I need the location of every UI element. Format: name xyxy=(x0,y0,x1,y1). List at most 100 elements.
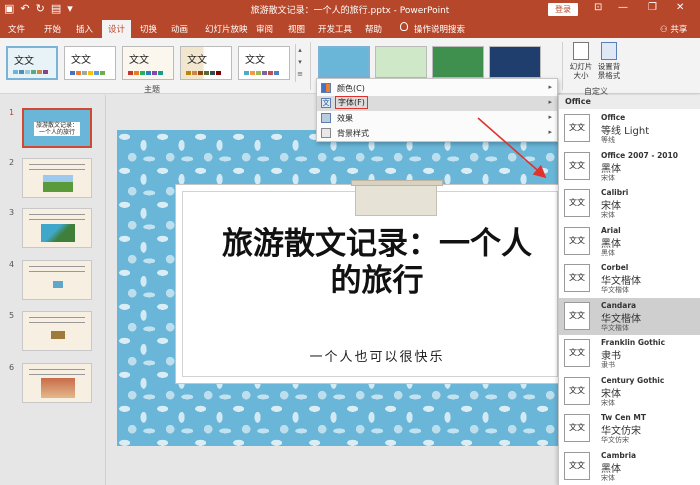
theme-thumb-5[interactable]: 文文 xyxy=(238,46,290,80)
variant-thumb-1[interactable] xyxy=(318,46,370,78)
tab-help[interactable]: 帮助 xyxy=(365,23,382,35)
font-scheme-name: Candara xyxy=(601,300,637,310)
slide-subtitle[interactable]: 一个人也可以很快乐 xyxy=(187,346,559,365)
slide-number: 6 xyxy=(9,363,15,372)
font-option[interactable]: 文文 Calibri 宋体 宋体 xyxy=(559,185,700,222)
slide-size-label: 幻灯片 大小 xyxy=(569,62,593,80)
colors-icon xyxy=(321,83,331,93)
slide-thumb-text xyxy=(29,369,85,375)
themes-gallery-scroll[interactable]: ▴ ▾ ≡ xyxy=(295,44,304,82)
tab-view[interactable]: 视图 xyxy=(288,23,305,35)
slide-thumb-image xyxy=(53,281,63,288)
body-font: 华文楷体 xyxy=(601,323,629,332)
tab-home[interactable]: 开始 xyxy=(44,23,61,35)
format-background-button[interactable]: 设置背 景格式 xyxy=(594,42,624,80)
menu-item-fonts[interactable]: 文 字体(F) ▸ xyxy=(317,96,557,111)
theme-thumb-1[interactable]: 文文 xyxy=(6,46,58,80)
slide-title-line-2: 的旅行 xyxy=(330,263,424,299)
font-preview-icon: 文文 xyxy=(564,189,590,217)
font-option[interactable]: 文文 Century Gothic 宋体 宋体 xyxy=(559,373,700,410)
ribbon-display-icon[interactable]: ⊡ xyxy=(594,2,602,13)
variant-thumb-4[interactable] xyxy=(489,46,541,78)
slide-thumb-4[interactable] xyxy=(22,260,92,300)
slide-number: 4 xyxy=(9,260,15,269)
submenu-arrow-icon: ▸ xyxy=(548,113,552,121)
tab-animations[interactable]: 动画 xyxy=(171,23,188,35)
slide-number: 2 xyxy=(9,158,15,167)
theme-sample-text: 文文 xyxy=(129,55,149,66)
panel-divider xyxy=(105,95,106,485)
slide-thumb-text xyxy=(29,164,85,170)
font-scheme-name: Office xyxy=(601,113,626,122)
font-option[interactable]: 文文 Office 2007 - 2010 黑体 宋体 xyxy=(559,148,700,185)
font-option[interactable]: 文文 Candara 华文楷体 华文楷体 xyxy=(559,297,700,335)
fonts-icon: 文 xyxy=(321,98,331,108)
font-option[interactable]: 文文 Corbel 华文楷体 华文楷体 xyxy=(559,260,700,297)
theme-thumb-3[interactable]: 文文 xyxy=(122,46,174,80)
slide-thumb-text xyxy=(29,214,85,220)
font-preview-icon: 文文 xyxy=(564,264,590,292)
effects-icon xyxy=(321,113,331,123)
font-option[interactable]: 文文 Tw Cen MT 华文仿宋 华文仿宋 xyxy=(559,410,700,447)
theme-thumb-2[interactable]: 文文 xyxy=(64,46,116,80)
theme-sample-text: 文文 xyxy=(245,55,265,66)
theme-sample-text: 文文 xyxy=(71,55,91,66)
font-option[interactable]: 文文 Cambria 黑体 宋体 xyxy=(559,448,700,485)
font-option[interactable]: 文文 Arial 黑体 黑体 xyxy=(559,223,700,260)
body-font: 黑体 xyxy=(601,248,615,257)
lightbulb-icon xyxy=(400,22,408,31)
body-font: 隶书 xyxy=(601,361,615,369)
body-font: 宋体 xyxy=(601,473,615,482)
login-button[interactable]: 登录 xyxy=(548,3,578,16)
slide-number: 1 xyxy=(9,108,15,117)
theme-sample-text: 文文 xyxy=(14,56,34,67)
slide-size-button[interactable]: 幻灯片 大小 xyxy=(566,42,596,80)
close-button[interactable]: ✕ xyxy=(676,2,684,13)
variant-thumb-2[interactable] xyxy=(375,46,427,78)
variant-thumb-3[interactable] xyxy=(432,46,484,78)
title-card-tab xyxy=(351,180,443,216)
minimize-button[interactable]: — xyxy=(618,2,628,13)
menu-item-background-styles[interactable]: 背景样式 ▸ xyxy=(317,126,557,141)
slide-title[interactable]: 旅游散文记录：一个人 的旅行 xyxy=(187,226,559,300)
tab-transitions[interactable]: 切换 xyxy=(140,23,157,35)
tab-file[interactable]: 文件 xyxy=(8,23,25,35)
slide-thumb-3[interactable] xyxy=(22,208,92,248)
format-background-icon xyxy=(601,42,617,60)
main-slide[interactable]: 旅游散文记录：一个人 的旅行 一个人也可以很快乐 xyxy=(117,130,559,446)
slide-thumb-image xyxy=(41,378,75,398)
ribbon-tabs: 文件 开始 插入 设计 切换 动画 幻灯片放映 审阅 视图 开发工具 帮助 操作… xyxy=(0,19,700,38)
slide-thumb-2[interactable] xyxy=(22,158,92,198)
theme-thumb-4[interactable]: 文文 xyxy=(180,46,232,80)
submenu-arrow-icon: ▸ xyxy=(548,83,552,91)
tab-design[interactable]: 设计 xyxy=(102,20,132,38)
font-option[interactable]: 文文 Office 等线 Light 等线 xyxy=(559,110,700,147)
menu-item-label: 背景样式 xyxy=(337,129,369,138)
restore-button[interactable]: ❐ xyxy=(648,2,657,13)
tab-developer[interactable]: 开发工具 xyxy=(318,23,352,35)
share-button[interactable]: ⚇ 共享 xyxy=(660,23,687,35)
tell-me-search[interactable]: 操作说明搜索 xyxy=(414,23,465,35)
font-scheme-name: Arial xyxy=(601,225,621,235)
slide-thumb-6[interactable] xyxy=(22,363,92,403)
slide-thumb-5[interactable] xyxy=(22,311,92,351)
font-option[interactable]: 文文 Franklin Gothic 隶书 隶书 xyxy=(559,335,700,372)
menu-item-label: 颜色(C) xyxy=(337,84,365,93)
body-font: 宋体 xyxy=(601,398,615,407)
menu-item-colors[interactable]: 颜色(C) ▸ xyxy=(317,81,557,96)
theme-sample-text: 文文 xyxy=(187,55,207,66)
tab-review[interactable]: 审阅 xyxy=(256,23,273,35)
font-preview-icon: 文文 xyxy=(564,226,590,255)
font-preview-icon: 文文 xyxy=(564,114,590,142)
font-scheme-name: Office 2007 - 2010 xyxy=(601,150,678,160)
body-font: 宋体 xyxy=(601,211,615,219)
share-label: 共享 xyxy=(670,25,688,35)
tab-slideshow[interactable]: 幻灯片放映 xyxy=(205,23,248,35)
tab-insert[interactable]: 插入 xyxy=(76,23,93,35)
title-bar: ▣ ↶ ↻ ▤ ▾ 旅游散文记录：一个人的旅行.pptx - PowerPoin… xyxy=(0,0,700,19)
body-font: 华文仿宋 xyxy=(601,436,629,444)
menu-item-label: 效果 xyxy=(337,114,353,123)
slide-number: 3 xyxy=(9,208,15,217)
slide-thumb-1[interactable]: 旅游散文记录：一个人的旅行 xyxy=(22,108,92,148)
menu-item-effects[interactable]: 效果 ▸ xyxy=(317,111,557,126)
